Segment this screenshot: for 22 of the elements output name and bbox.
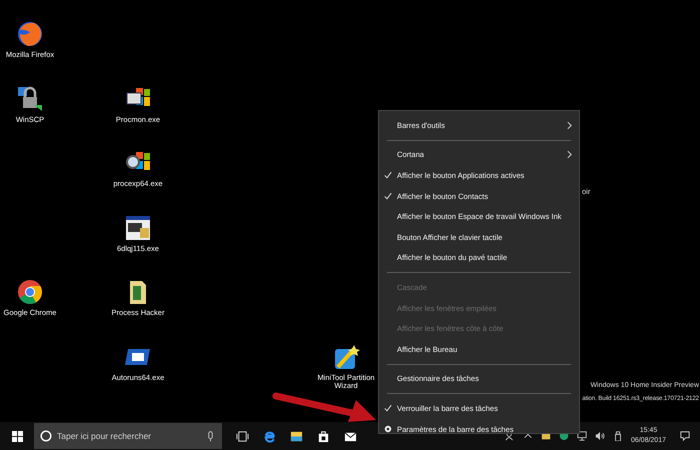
browser-ball-icon (16, 278, 44, 306)
people-icon[interactable] (504, 431, 515, 441)
padlock-icon (16, 84, 44, 112)
globe-fox-icon (16, 20, 44, 48)
speaker-icon[interactable] (594, 431, 605, 441)
chevron-right-icon (567, 120, 572, 130)
browser-e-icon[interactable] (263, 430, 276, 442)
folder-icon[interactable] (540, 431, 551, 441)
usb-drive-icon[interactable] (612, 431, 623, 441)
shield-icon[interactable] (558, 431, 569, 441)
chevron-right-icon (567, 150, 572, 160)
network-icon[interactable] (576, 431, 587, 441)
microphone-icon[interactable] (207, 430, 214, 442)
disk-wand-icon (332, 342, 360, 370)
installer-window-icon (124, 214, 152, 242)
shopping-bag-icon[interactable] (317, 430, 330, 442)
search-field[interactable]: Taper ici pour rechercher (34, 423, 222, 449)
windows-start-icon[interactable] (12, 430, 23, 442)
notification-icon[interactable] (680, 431, 690, 441)
task-view-icon[interactable] (236, 430, 249, 442)
envelope-icon[interactable] (344, 430, 357, 442)
folder-icon[interactable] (290, 430, 303, 442)
